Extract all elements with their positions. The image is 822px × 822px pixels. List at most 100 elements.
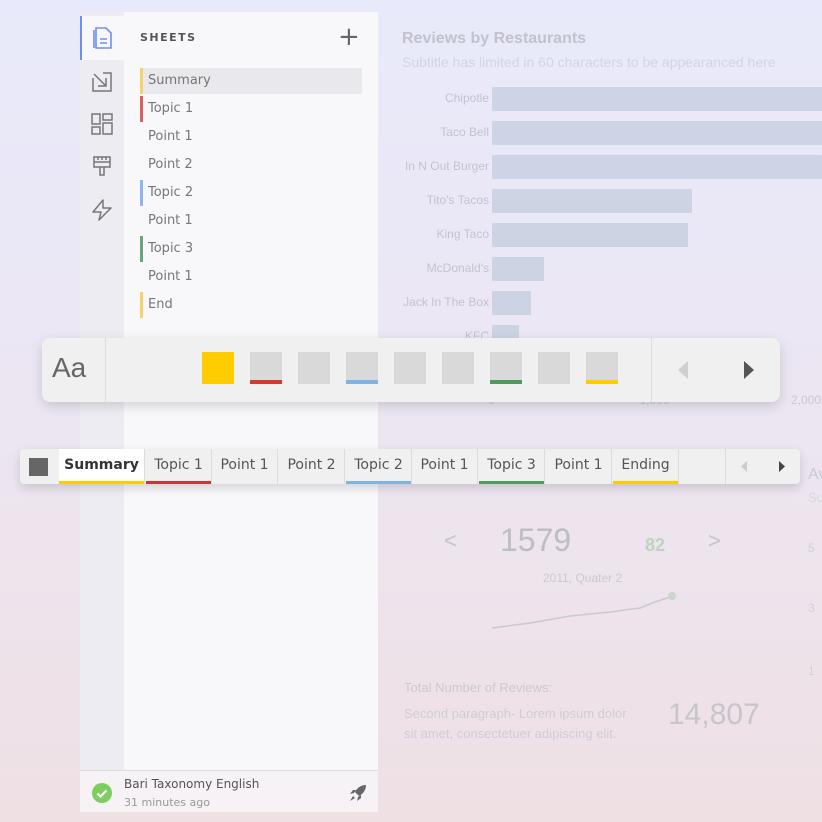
bar[interactable]	[492, 87, 822, 111]
project-name: Bari Taxonomy English	[124, 777, 260, 791]
sheet-color-marker	[140, 96, 143, 122]
tab-underline	[346, 481, 411, 484]
sheet-tab-bar: Summary Topic 1 Point 1 Point 2 Topic 2 Point…	[20, 449, 800, 484]
document-icon	[93, 27, 112, 49]
tab-label: Ending	[621, 457, 670, 473]
sheet-item[interactable]: Point 1	[140, 208, 362, 234]
swatch-underline	[250, 380, 282, 384]
sheet-item[interactable]: Point 2	[140, 152, 362, 178]
rail-import[interactable]	[80, 60, 124, 104]
color-swatch[interactable]	[298, 352, 330, 384]
category-label: Tito's Tacos	[426, 193, 489, 207]
tab-label: Topic 2	[354, 457, 403, 473]
color-swatch[interactable]	[538, 352, 570, 384]
sheet-tab[interactable]: Topic 2	[346, 449, 412, 484]
sheet-tab[interactable]: Topic 3	[479, 449, 545, 484]
sheet-tab[interactable]: Ending	[613, 449, 679, 484]
color-swatch[interactable]	[394, 352, 426, 384]
check-circle-icon	[92, 783, 112, 803]
prev-arrow-icon[interactable]	[677, 360, 689, 380]
kpi-period: 2011, Quater 2	[543, 571, 623, 585]
sheet-tab[interactable]: Point 1	[546, 449, 612, 484]
font-style-button[interactable]: Aa	[52, 352, 86, 384]
swatch-underline	[490, 380, 522, 384]
sheet-label: Point 1	[148, 129, 193, 144]
category-label: King Taco	[436, 227, 489, 241]
total-label: Total Number of Reviews:	[404, 680, 553, 695]
kpi-next-button[interactable]: >	[708, 528, 721, 554]
next-arrow-icon[interactable]	[743, 360, 755, 380]
lightning-icon	[92, 199, 112, 221]
add-sheet-button[interactable]: +	[338, 24, 360, 50]
divider	[725, 449, 726, 484]
divider	[651, 338, 652, 402]
color-swatch[interactable]	[346, 352, 378, 384]
sheet-tab[interactable]: Topic 1	[146, 449, 212, 484]
rail-lightning[interactable]	[80, 188, 124, 232]
sheet-item[interactable]: Topic 3	[140, 236, 362, 262]
tab-next-arrow-icon[interactable]	[778, 460, 786, 473]
bar[interactable]	[492, 121, 822, 145]
rail-document[interactable]	[80, 16, 124, 60]
sheet-item[interactable]: Point 1	[140, 264, 362, 290]
right-card-title: Av	[808, 466, 822, 483]
square-icon[interactable]	[29, 458, 48, 476]
color-swatch[interactable]	[250, 352, 282, 384]
swatch-underline	[346, 380, 378, 384]
kpi-delta: 82	[645, 535, 666, 555]
tab-label: Summary	[64, 457, 139, 473]
total-value: 14,807	[668, 698, 760, 731]
tab-label: Topic 3	[487, 457, 536, 473]
sheet-tab[interactable]: Point 1	[212, 449, 278, 484]
bar[interactable]	[492, 155, 822, 179]
brush-icon	[93, 156, 111, 176]
color-swatch[interactable]	[442, 352, 474, 384]
rocket-icon[interactable]	[348, 783, 368, 803]
rail-layout[interactable]	[80, 102, 124, 146]
color-swatch[interactable]	[490, 352, 522, 384]
divider	[105, 338, 106, 402]
sheet-color-marker	[140, 68, 143, 94]
sheet-item[interactable]: Topic 1	[140, 96, 362, 122]
color-swatch[interactable]	[586, 352, 618, 384]
sheet-label: Topic 3	[148, 241, 194, 256]
tab-underline	[613, 481, 678, 484]
color-swatch[interactable]	[202, 352, 234, 384]
tab-label: Point 1	[554, 457, 603, 473]
right-axis-tick: 5	[808, 541, 815, 555]
layout-icon	[91, 113, 113, 135]
bar[interactable]	[492, 291, 531, 315]
sheet-color-marker	[140, 180, 143, 206]
tab-label: Point 1	[420, 457, 469, 473]
swatch-underline	[586, 380, 618, 384]
sheet-tab[interactable]: Summary	[59, 449, 145, 484]
rail-brush[interactable]	[80, 144, 124, 188]
sparkline	[491, 592, 676, 629]
sheet-label: Topic 1	[148, 101, 194, 116]
project-footer: Bari Taxonomy English 31 minutes ago	[80, 770, 378, 812]
last-saved: 31 minutes ago	[124, 796, 210, 809]
category-label: Taco Bell	[440, 125, 489, 139]
sheet-tab[interactable]: Point 1	[412, 449, 478, 484]
sheet-label: Summary	[148, 73, 211, 88]
sheet-item[interactable]: Topic 2	[140, 180, 362, 206]
sheet-color-marker	[140, 236, 143, 262]
sheet-item[interactable]: Point 1	[140, 124, 362, 150]
tab-prev-arrow-icon[interactable]	[740, 460, 748, 473]
bar[interactable]	[492, 223, 689, 247]
sheet-item[interactable]: End	[140, 292, 362, 318]
sheet-item[interactable]: Summary	[140, 68, 362, 94]
tab-label: Point 1	[220, 457, 269, 473]
sheets-heading: SHEETS	[140, 31, 197, 44]
sheet-label: Point 1	[148, 269, 193, 284]
kpi-prev-button[interactable]: <	[444, 528, 457, 554]
x-tick-label: 2,000	[791, 393, 822, 407]
sheet-tab[interactable]: Point 2	[279, 449, 345, 484]
tab-underline	[146, 481, 211, 484]
bar[interactable]	[492, 189, 692, 213]
kpi-value: 1579	[500, 522, 572, 558]
tab-label: Topic 1	[154, 457, 203, 473]
bar[interactable]	[492, 257, 544, 281]
right-card-subtitle: Su	[808, 490, 822, 505]
category-label: In N Out Burger	[404, 159, 489, 173]
